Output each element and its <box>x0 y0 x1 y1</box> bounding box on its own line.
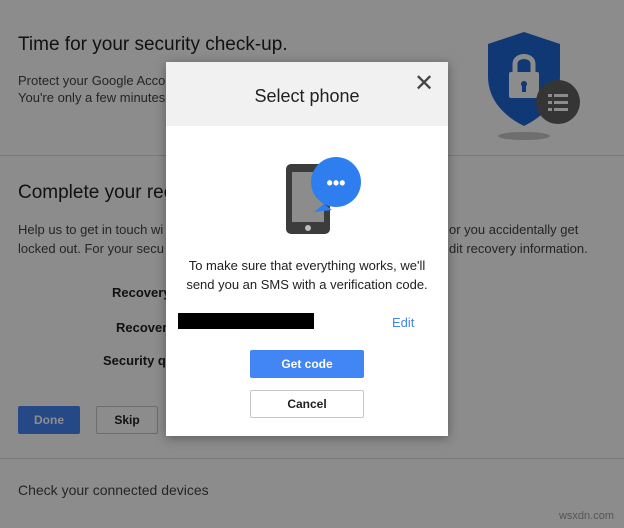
phone-sms-icon: ••• <box>286 157 361 234</box>
dialog-title: Select phone <box>254 86 360 106</box>
close-icon[interactable]: ✕ <box>412 72 436 96</box>
chat-bubble-dots: ••• <box>327 173 346 193</box>
watermark: wsxdn.com <box>558 510 614 522</box>
select-phone-dialog: Select phone ✕ ••• To make sure that eve… <box>166 62 448 436</box>
dialog-message-line-1: To make sure that everything works, we'l… <box>188 258 426 273</box>
dialog-message: To make sure that everything works, we'l… <box>166 256 448 294</box>
redacted-phone-number <box>178 313 314 329</box>
edit-phone-link[interactable]: Edit <box>392 315 414 330</box>
get-code-button[interactable]: Get code <box>250 350 364 378</box>
dialog-message-line-2: send you an SMS with a verification code… <box>186 277 428 292</box>
cancel-button[interactable]: Cancel <box>250 390 364 418</box>
